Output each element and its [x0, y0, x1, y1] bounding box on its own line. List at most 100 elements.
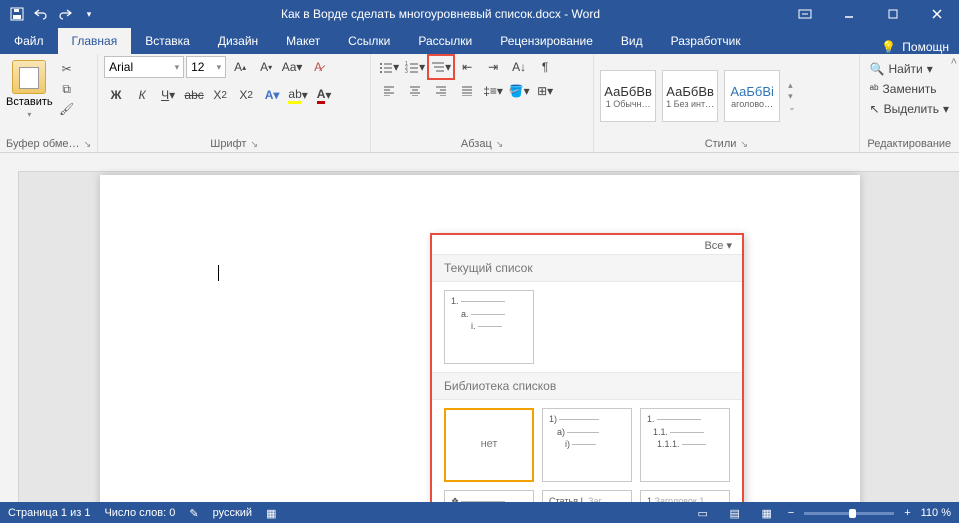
line-spacing-icon[interactable]: ‡≡▾ [481, 80, 505, 102]
font-color-icon[interactable]: A▾ [312, 84, 336, 106]
bullets-button[interactable]: ▾ [377, 56, 401, 78]
clipboard-dialog-launcher-icon[interactable]: ↘ [84, 139, 92, 150]
zoom-slider[interactable] [804, 512, 894, 515]
dropdown-all-filter[interactable]: Все ▾ [704, 239, 732, 252]
horizontal-ruler[interactable] [0, 153, 959, 172]
change-case-icon[interactable]: Aa▾ [280, 56, 304, 78]
list-style-paren-numeric[interactable]: 1) a) i) [542, 408, 632, 482]
web-layout-icon[interactable]: ▦ [756, 505, 778, 521]
paste-icon [12, 60, 46, 94]
minimize-icon[interactable] [827, 0, 871, 28]
increase-indent-icon[interactable]: ⇥ [481, 56, 505, 78]
save-icon[interactable] [8, 5, 26, 23]
multilevel-list-button[interactable]: ▾ [429, 56, 453, 78]
close-icon[interactable] [915, 0, 959, 28]
collapse-ribbon-icon[interactable]: ˄ [951, 56, 957, 68]
justify-icon[interactable] [455, 80, 479, 102]
style-no-spacing[interactable]: АаБбВв1 Без инт… [662, 70, 718, 122]
font-size-combo[interactable]: 12▾ [186, 56, 226, 78]
svg-text:3: 3 [405, 69, 408, 73]
print-layout-icon[interactable]: ▤ [724, 505, 746, 521]
tab-review[interactable]: Рецензирование [486, 28, 607, 54]
group-clipboard: Вставить ▾ ✂ ⧉ 🖌 Буфер обме…↘ [0, 54, 98, 152]
replace-button[interactable]: ᵃᵇЗаменить [866, 80, 941, 98]
style-normal[interactable]: АаБбВв1 Обычн… [600, 70, 656, 122]
group-font: Arial▾ 12▾ A▴ A▾ Aa▾ A̷ Ж К Ч▾ abc X2 X2… [98, 54, 371, 152]
maximize-icon[interactable] [871, 0, 915, 28]
borders-icon[interactable]: ⊞▾ [533, 80, 557, 102]
tab-references[interactable]: Ссылки [334, 28, 404, 54]
font-name-value: Arial [109, 60, 133, 74]
zoom-out-icon[interactable]: − [788, 507, 794, 519]
tab-developer[interactable]: Разработчик [657, 28, 755, 54]
zoom-in-icon[interactable]: + [904, 507, 910, 519]
list-library-header: Библиотека списков [432, 372, 742, 400]
align-center-icon[interactable] [403, 80, 427, 102]
ribbon-options-icon[interactable] [783, 0, 827, 28]
help-text[interactable]: Помощн [902, 40, 949, 54]
list-style-numeric-heading[interactable]: 1 Заголовок 1 1.1 Заголовок 1.1.1 Заголо… [640, 490, 730, 502]
underline-button[interactable]: Ч▾ [156, 84, 180, 106]
undo-icon[interactable] [32, 5, 50, 23]
italic-button[interactable]: К [130, 84, 154, 106]
highlight-color-icon[interactable]: ab▾ [286, 84, 310, 106]
align-right-icon[interactable] [429, 80, 453, 102]
shrink-font-icon[interactable]: A▾ [254, 56, 278, 78]
sort-icon[interactable]: A↓ [507, 56, 531, 78]
word-count[interactable]: Число слов: 0 [104, 507, 175, 519]
subscript-button[interactable]: X2 [208, 84, 232, 106]
redo-icon[interactable] [56, 5, 74, 23]
tab-file[interactable]: Файл [0, 28, 58, 54]
font-dialog-launcher-icon[interactable]: ↘ [250, 139, 258, 150]
tab-mailings[interactable]: Рассылки [404, 28, 486, 54]
page-count[interactable]: Страница 1 из 1 [8, 507, 90, 519]
bold-button[interactable]: Ж [104, 84, 128, 106]
list-style-decimal-outline[interactable]: 1. 1.1. 1.1.1. [640, 408, 730, 482]
help-lightbulb-icon[interactable]: 💡 [881, 40, 896, 54]
tab-design[interactable]: Дизайн [204, 28, 272, 54]
align-left-icon[interactable] [377, 80, 401, 102]
find-button[interactable]: 🔍Найти▾ [866, 60, 937, 78]
select-button[interactable]: ↖Выделить▾ [866, 100, 953, 118]
read-mode-icon[interactable]: ▭ [692, 505, 714, 521]
superscript-button[interactable]: X2 [234, 84, 258, 106]
qat-customize-icon[interactable]: ▾ [80, 5, 98, 23]
grow-font-icon[interactable]: A▴ [228, 56, 252, 78]
tab-layout[interactable]: Макет [272, 28, 334, 54]
title-bar: ▾ Как в Ворде сделать многоуровневый спи… [0, 0, 959, 28]
paste-button[interactable]: Вставить ▾ [6, 56, 53, 119]
zoom-level[interactable]: 110 % [921, 507, 951, 519]
font-group-label: Шрифт [210, 138, 246, 150]
styles-gallery-expand-icon[interactable]: ▴▾⌄ [786, 80, 798, 113]
tab-view[interactable]: Вид [607, 28, 657, 54]
font-name-combo[interactable]: Arial▾ [104, 56, 184, 78]
style-heading1[interactable]: АаБбВіаголово… [724, 70, 780, 122]
macro-record-icon[interactable]: ▦ [266, 507, 276, 520]
vertical-ruler[interactable] [0, 171, 19, 502]
status-bar: Страница 1 из 1 Число слов: 0 ✎ русский … [0, 502, 959, 523]
list-style-article-section[interactable]: Статья I. Заг Раздел 1.01 (a) Заголовок [542, 490, 632, 502]
format-painter-icon[interactable]: 🖌 [57, 100, 77, 118]
shading-icon[interactable]: 🪣▾ [507, 80, 531, 102]
list-style-none[interactable]: нет [444, 408, 534, 482]
copy-icon[interactable]: ⧉ [57, 80, 77, 98]
group-styles: АаБбВв1 Обычн… АаБбВв1 Без инт… АаБбВіаг… [594, 54, 859, 152]
replace-icon: ᵃᵇ [870, 82, 879, 96]
text-effects-icon[interactable]: A▾ [260, 84, 284, 106]
tab-home[interactable]: Главная [58, 28, 132, 54]
strikethrough-button[interactable]: abc [182, 84, 206, 106]
show-hide-marks-icon[interactable]: ¶ [533, 56, 557, 78]
search-icon: 🔍 [870, 62, 885, 76]
current-list-tile[interactable]: 1. a. i. [444, 290, 534, 364]
clear-formatting-icon[interactable]: A̷ [306, 56, 330, 78]
paragraph-dialog-launcher-icon[interactable]: ↘ [496, 139, 504, 150]
tab-insert[interactable]: Вставка [131, 28, 204, 54]
cut-icon[interactable]: ✂ [57, 60, 77, 78]
list-style-bullets[interactable]: ❖ ➤ • [444, 490, 534, 502]
styles-dialog-launcher-icon[interactable]: ↘ [740, 139, 748, 150]
spellcheck-icon[interactable]: ✎ [189, 507, 198, 520]
numbering-button[interactable]: 123▾ [403, 56, 427, 78]
language-status[interactable]: русский [213, 507, 252, 519]
decrease-indent-icon[interactable]: ⇤ [455, 56, 479, 78]
window-controls [783, 0, 959, 28]
